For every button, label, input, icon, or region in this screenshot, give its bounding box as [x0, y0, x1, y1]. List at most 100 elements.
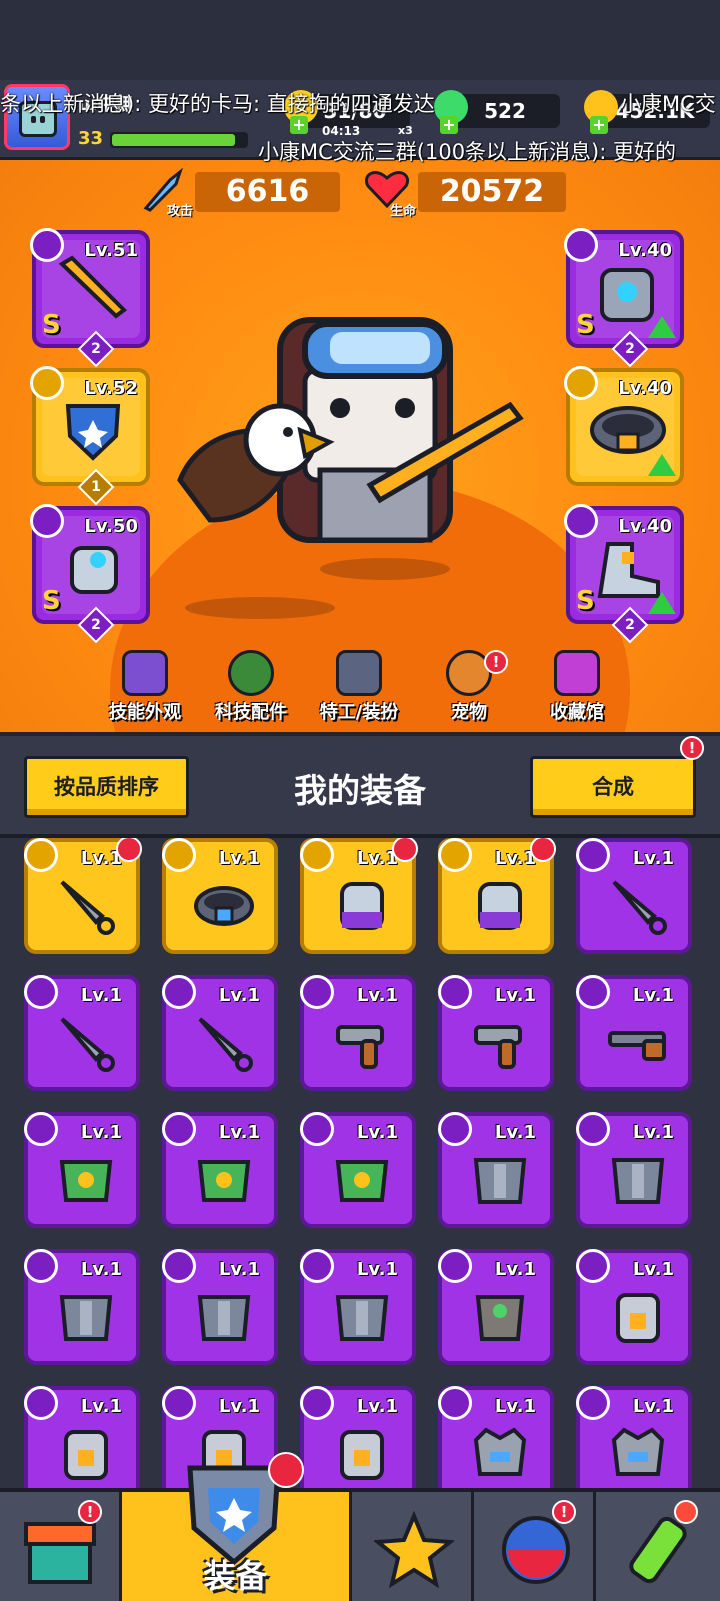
equipment-card[interactable]: Lv.1 [438, 838, 556, 954]
menu-pet-label: 宠物 [451, 702, 487, 723]
item-type-icon [576, 1112, 610, 1146]
merge-button[interactable]: 合成 [530, 756, 696, 818]
item-level: Lv.1 [80, 1259, 122, 1280]
equipment-card[interactable]: Lv.1 [300, 1112, 416, 1228]
equipment-card[interactable]: Lv.1 [162, 1112, 278, 1228]
item-type-icon [300, 838, 334, 872]
item-type-icon [24, 1386, 58, 1420]
glove-type-icon [30, 504, 64, 538]
nav-lab[interactable] [596, 1492, 720, 1601]
nav-shop[interactable]: ! [0, 1492, 122, 1601]
menu-agent-outfit[interactable]: 特工/装扮 [304, 650, 414, 724]
new-item-badge [392, 838, 418, 862]
equipment-card[interactable]: Lv.1 [438, 1249, 554, 1365]
equipped-necklace-slot[interactable]: Lv.52 1 [30, 366, 150, 506]
item-type-icon [24, 975, 58, 1009]
equipment-card[interactable]: Lv.1 [162, 1249, 278, 1365]
equipment-card[interactable]: Lv.1 [24, 1386, 140, 1488]
menu-skill-skin[interactable]: 技能外观 [90, 650, 200, 724]
equipment-card[interactable]: Lv.1 [576, 1249, 692, 1365]
equipment-card[interactable]: Lv.1 [24, 838, 142, 954]
equipment-card[interactable]: Lv.1 [24, 1249, 140, 1365]
robot-armor-icon [616, 1293, 660, 1343]
equipment-card[interactable]: Lv.1 [576, 975, 692, 1091]
new-item-badge [116, 838, 142, 862]
belt-level: Lv.40 [618, 378, 672, 399]
item-level: Lv.1 [356, 985, 398, 1006]
item-level: Lv.1 [80, 1396, 122, 1417]
equipment-card[interactable]: Lv.1 [438, 1112, 554, 1228]
item-level: Lv.1 [218, 1122, 260, 1143]
equipment-card[interactable]: Lv.1 [162, 838, 278, 954]
hp-label: 生命 [390, 204, 417, 219]
nav-challenge[interactable]: ! [474, 1492, 596, 1601]
nav-equipment[interactable]: 装备 [122, 1452, 352, 1601]
menu-collection[interactable]: 收藏馆 [522, 650, 632, 724]
item-type-icon [576, 975, 610, 1009]
upgrade-arrow-icon [648, 454, 676, 476]
equipment-card[interactable]: Lv.1 [576, 838, 692, 954]
item-level: Lv.1 [632, 1122, 674, 1143]
item-type-icon [24, 1249, 58, 1283]
equipment-card[interactable]: Lv.1 [24, 1112, 140, 1228]
item-type-icon [162, 1112, 196, 1146]
equipped-weapon-slot[interactable]: Lv.51 S 2 [30, 228, 150, 368]
bottom-nav: ! 装备 ! [0, 1452, 720, 1601]
item-type-icon [438, 838, 472, 872]
nav-equipment-label: 装备 [203, 1557, 268, 1595]
item-type-icon [24, 1112, 58, 1146]
robot-armor-icon [64, 1430, 108, 1480]
crown-armor-icon [611, 1427, 665, 1476]
revolver-icon [474, 1025, 522, 1069]
necklace-level: Lv.52 [84, 378, 138, 399]
glove-level: Lv.50 [84, 516, 138, 537]
weapon-level: Lv.51 [84, 240, 138, 261]
item-type-icon [438, 975, 472, 1009]
equipment-card[interactable]: Lv.1 [438, 975, 554, 1091]
equipment-card[interactable]: Lv.1 [576, 1112, 692, 1228]
lab-upgrade-badge [674, 1500, 698, 1524]
kunai-icon [198, 1017, 253, 1072]
equipment-card[interactable]: Lv.1 [300, 1249, 416, 1365]
gold-plus-button[interactable]: + [590, 116, 608, 134]
glove-icon [340, 882, 384, 930]
item-type-icon [300, 1249, 334, 1283]
merge-alert-badge: ! [680, 736, 704, 760]
equipment-card[interactable]: Lv.1 [24, 975, 140, 1091]
gem-plus-button[interactable]: + [440, 116, 458, 134]
equipment-card[interactable]: Lv.1 [162, 975, 278, 1091]
equipment-card[interactable]: Lv.1 [438, 1386, 554, 1488]
equipped-belt-slot[interactable]: Lv.40 [564, 366, 684, 486]
crown-armor-icon [473, 1427, 527, 1476]
equipment-card[interactable]: Lv.1 [300, 1386, 416, 1488]
weapon-grade: S [42, 310, 61, 340]
item-type-icon [576, 1386, 610, 1420]
equipment-card[interactable]: Lv.1 [576, 1386, 692, 1488]
xp-bar-fill [112, 134, 235, 146]
equipment-title: 我的装备 [294, 771, 426, 810]
item-level: Lv.1 [632, 1259, 674, 1280]
hero-character[interactable] [140, 310, 540, 570]
chest-icon [554, 650, 600, 696]
item-type-icon [24, 838, 58, 872]
menu-tech-parts[interactable]: 科技配件 [196, 650, 306, 724]
equipment-card[interactable]: Lv.1 [300, 838, 418, 954]
equipped-boots-slot[interactable]: Lv.40 S 2 [564, 504, 684, 644]
menu-tech-parts-label: 科技配件 [215, 702, 287, 723]
new-item-badge [530, 838, 556, 862]
upgrade-arrow-icon [648, 592, 676, 614]
chat-marquee-line-2: 小康MC交流三群(100条以上新消息): 更好的 [258, 140, 676, 164]
gem-counter[interactable]: + 522 [434, 90, 560, 134]
chat-marquee-line-1: 条以上新消息): 更好的卡马: 直接掏的四通发达 [0, 92, 435, 116]
sort-by-quality-button[interactable]: 按品质排序 [24, 756, 189, 818]
equipped-armor-slot[interactable]: Lv.40 S 2 [564, 228, 684, 368]
equipment-header: 按品质排序 我的装备 合成 ! [0, 732, 720, 838]
nav-battle[interactable] [352, 1492, 474, 1601]
energy-plus-button[interactable]: + [290, 116, 308, 134]
equipped-glove-slot[interactable]: Lv.50 S 2 [30, 504, 150, 644]
boots-level: Lv.40 [618, 516, 672, 537]
steel-armor-icon [59, 1295, 113, 1341]
stone-armor-icon [475, 1295, 525, 1341]
steel-armor-icon [473, 1158, 527, 1204]
equipment-card[interactable]: Lv.1 [300, 975, 416, 1091]
